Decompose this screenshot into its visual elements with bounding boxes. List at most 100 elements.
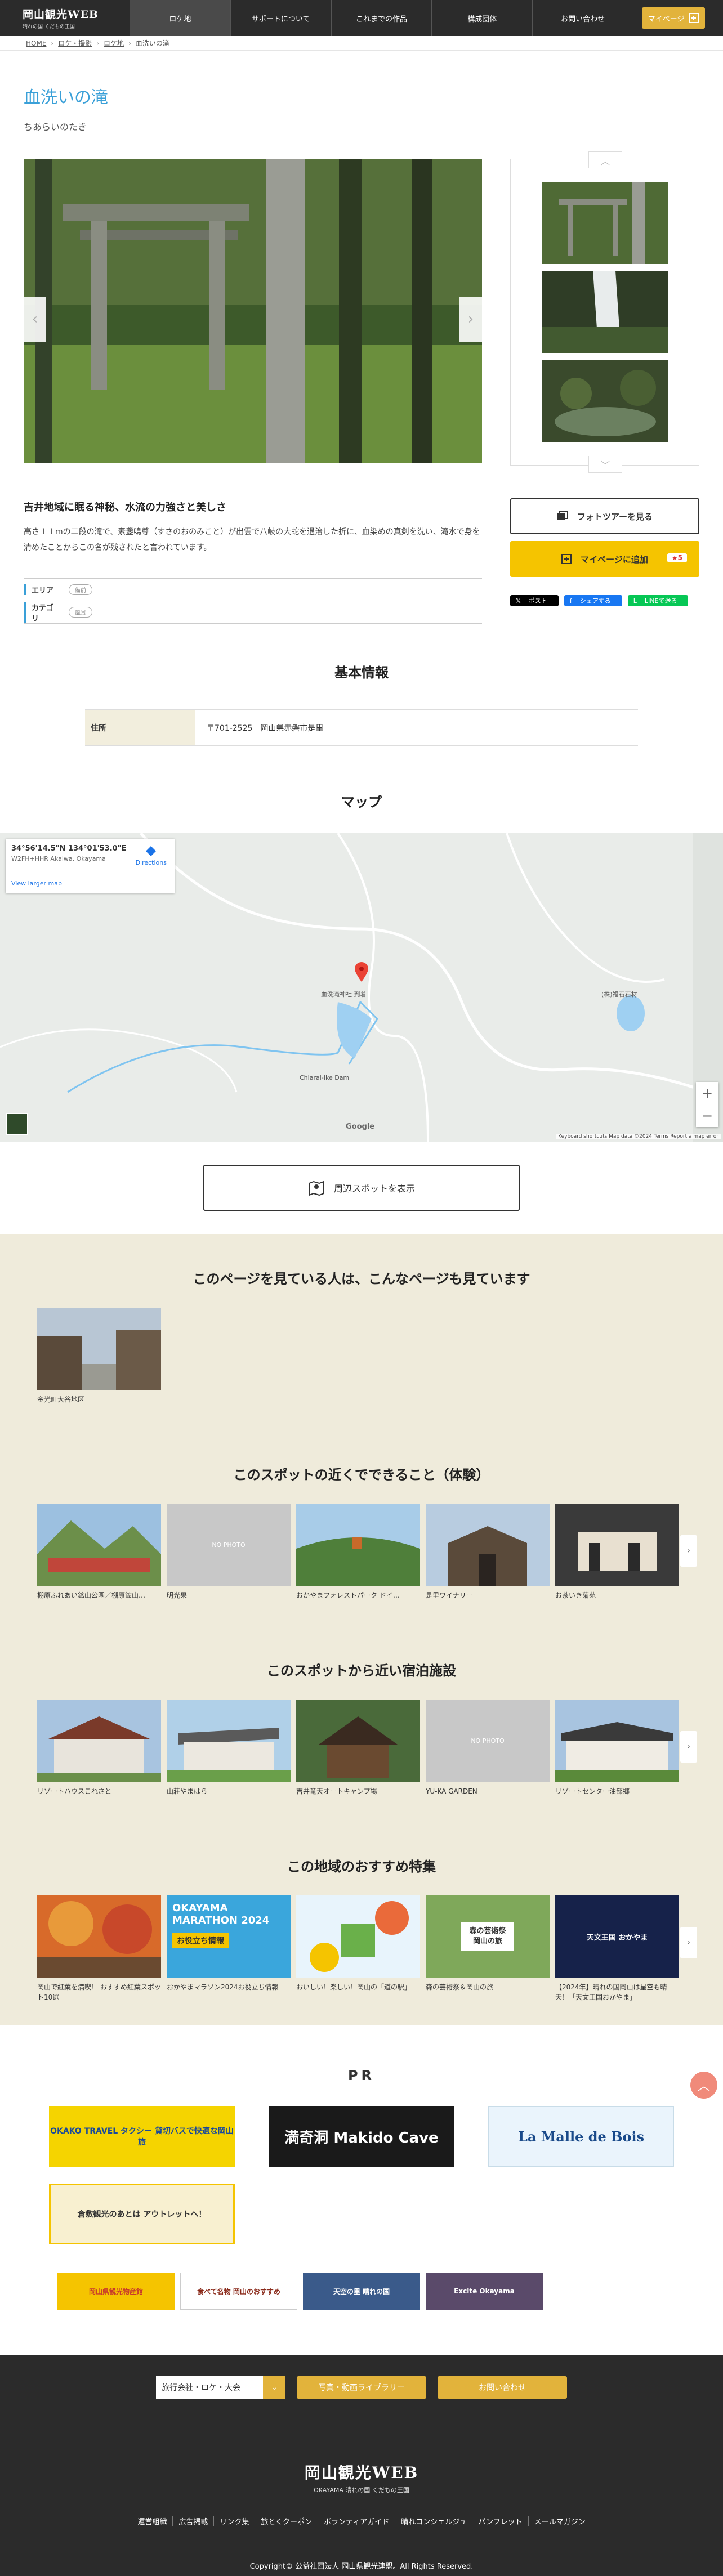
banner-okako[interactable]: OKAKO TRAVEL タクシー 貸切バスで快適な岡山旅 [49, 2106, 235, 2167]
area-row: エリア 備前 [24, 579, 482, 601]
directions-icon [146, 846, 157, 856]
crumb-home[interactable]: HOME [26, 39, 46, 47]
nav-location[interactable]: ロケ地 [130, 0, 230, 36]
photo-gallery: ‹ › ︿ ﹀ [0, 151, 723, 473]
nav-support[interactable]: サポートについて [230, 0, 331, 36]
card-tanahara[interactable]: 棚原ふれあい鉱山公園／棚原鉱山… [37, 1504, 161, 1600]
thumbnail-torii[interactable] [542, 182, 668, 264]
card-forestpark[interactable]: おかやまフォレストパーク ドイ… [296, 1504, 420, 1600]
card-yuka[interactable]: NO PHOTO YU-KA GARDEN [426, 1700, 550, 1796]
banner-outlet[interactable]: 倉敷観光のあとは アウトレットへ！ [49, 2184, 235, 2244]
card-autocamp[interactable]: 吉井竜天オートキャンプ場 [296, 1700, 420, 1796]
address-value: 〒701-2525 岡山県赤磐市是里 [195, 709, 638, 746]
recommendations: このページを見ている人は、こんなページも見ています 金光町大谷地区 このスポット… [0, 1234, 723, 2025]
site-logo[interactable]: 岡山観光WEB 晴れの国 くだもの王国 [0, 6, 130, 30]
pr-title: PR [347, 2068, 376, 2083]
card-konko[interactable]: 金光町大谷地区 [37, 1308, 161, 1405]
map-type-toggle[interactable] [6, 1113, 28, 1135]
lodging-next-button[interactable]: › [680, 1731, 697, 1763]
card-resorthouse[interactable]: リゾートハウスこれさと [37, 1700, 161, 1796]
area-tag[interactable]: 備前 [69, 584, 92, 595]
sbanner-tenku[interactable]: 天空の里 晴れの国 [303, 2273, 420, 2310]
card-koyo[interactable]: 岡山で紅葉を満喫！ おすすめ紅葉スポット10選 [37, 1895, 161, 2002]
footer-links: 運営組織 広告掲載 リンク集 旅とくクーポン ボランティアガイド 晴れコンシェル… [0, 2516, 723, 2526]
footer-link-links[interactable]: リンク集 [213, 2516, 255, 2526]
basic-info-title: 基本情報 [334, 665, 389, 681]
crumb-location-shoot[interactable]: ロケ・撮影 [58, 38, 92, 48]
favorite-count: ★5 [667, 553, 687, 562]
card-meikouka[interactable]: NO PHOTO 明光果 [167, 1504, 291, 1600]
nav-contact[interactable]: お問い合わせ [532, 0, 633, 36]
card-ochaiki[interactable]: お茶いき菊苑 [555, 1504, 679, 1600]
category-select[interactable]: 旅行会社・ロケ・大会 ⌄ [156, 2376, 285, 2399]
copyright: Copyright© 公益社団法人 岡山県観光連盟。All Rights Res… [249, 2562, 474, 2571]
card-winery[interactable]: 是里ワイナリー [426, 1504, 550, 1600]
activities-next-button[interactable]: › [680, 1535, 697, 1567]
basic-info-table: 住所 〒701-2525 岡山県赤磐市是里 [85, 709, 638, 746]
library-button[interactable]: 写真・動画ライブラリー [297, 2376, 426, 2399]
sbanner-excite[interactable]: Excite Okayama [426, 2273, 543, 2310]
view-larger-map-link[interactable]: View larger map [11, 880, 62, 887]
category-label: カテゴリ [24, 601, 57, 623]
card-mori[interactable]: 森の芸術祭 岡山の旅 森の芸術祭＆岡山の旅 [426, 1895, 550, 2002]
directions-button[interactable]: Directions [136, 846, 167, 866]
sbanner-meibutsu[interactable]: 食べて名物 岡山のおすすめ [180, 2273, 297, 2310]
card-yubugou[interactable]: リゾートセンター油部郷 [555, 1700, 679, 1796]
zoom-in-button[interactable]: + [702, 1085, 713, 1101]
mypage-label: マイページ [648, 15, 685, 24]
banner-makido[interactable]: 満奇洞 Makido Cave [269, 2106, 454, 2167]
footer-link-ads[interactable]: 広告掲載 [172, 2516, 213, 2526]
mypage-button[interactable]: マイページ [642, 7, 705, 29]
footer-link-concierge[interactable]: 晴れコンシェルジュ [395, 2516, 472, 2526]
thumbnail-stream[interactable] [542, 360, 668, 442]
thumbnail-up-button[interactable]: ︿ [588, 151, 622, 168]
nearby-spots-button[interactable]: 周辺スポットを表示 [203, 1165, 520, 1211]
footer-link-coupon[interactable]: 旅とくクーポン [255, 2516, 318, 2526]
nearby-spots-label: 周辺スポットを表示 [333, 1183, 415, 1194]
bookmark-icon [689, 13, 699, 23]
footer-link-mail[interactable]: メールマガジン [528, 2516, 591, 2526]
sbanner-bussan[interactable]: 岡山県観光物産館 [57, 2273, 175, 2310]
add-mypage-button[interactable]: マイページに追加 ★5 [510, 541, 699, 577]
card-michinoeki[interactable]: おいしい！楽しい！岡山の「道の駅」 [296, 1895, 420, 2002]
category-tag[interactable]: 風景 [69, 607, 92, 618]
card-tenmon[interactable]: 天文王国 おかやま 【2024年】晴れの国岡山は星空も晴天！「天文王国おかやま」 [555, 1895, 679, 2002]
gallery-next-button[interactable]: › [459, 297, 482, 342]
spot-description: 高さ１１mの二段の滝で、素盞鳴尊（すさのおのみこと）が出雲で八岐の大蛇を退治した… [24, 527, 480, 552]
card-sansou[interactable]: 山荘やまはら [167, 1700, 291, 1796]
nav-members[interactable]: 構成団体 [431, 0, 532, 36]
banner-lamalle[interactable]: La Malle de Bois [488, 2106, 674, 2167]
line-send-button[interactable]: L LINEで送る [627, 595, 689, 606]
back-to-top-button[interactable]: ︿ [690, 2072, 717, 2099]
footer-contact-button[interactable]: お問い合わせ [438, 2376, 567, 2399]
google-map[interactable]: 34°56'14.5"N 134°01'53.0"E W2FH+HHR Akai… [0, 833, 723, 1142]
facebook-share-button[interactable]: f シェアする [564, 595, 622, 606]
nav-works[interactable]: これまでの作品 [331, 0, 432, 36]
global-nav: ロケ地 サポートについて これまでの作品 構成団体 お問い合わせ [130, 0, 633, 36]
map-section: マップ 34°56'14.5"N 134°01'53.0"E W2FH+HHR … [0, 764, 723, 1142]
phototour-button[interactable]: フォトツアーを見る [510, 498, 699, 534]
gallery-prev-button[interactable]: ‹ [24, 297, 46, 342]
main-photo: ‹ › [24, 159, 482, 463]
footer-logo[interactable]: 岡山観光WEB OKAYAMA 晴れの国 くだもの王国 [0, 2461, 723, 2494]
site-header: 岡山観光WEB 晴れの国 くだもの王国 ロケ地 サポートについて これまでの作品… [0, 0, 723, 36]
crumb-location[interactable]: ロケ地 [104, 38, 124, 48]
x-post-button[interactable]: 𝕏 ポスト [510, 595, 559, 606]
pr-section: PR OKAKO TRAVEL タクシー 貸切バスで快適な岡山旅 満奇洞 Mak… [0, 2025, 723, 2332]
spot-heading: 吉井地域に眠る神秘、水流の力強さと美しさ [24, 502, 226, 513]
page-title: 血洗いの滝 [24, 88, 108, 108]
footer-link-pamphlet[interactable]: パンフレット [472, 2516, 528, 2526]
chevron-down-icon: ⌄ [263, 2376, 285, 2399]
crumb-current: 血洗いの滝 [135, 39, 169, 47]
footer-link-org[interactable]: 運営組織 [132, 2516, 172, 2526]
map-attribution[interactable]: Keyboard shortcuts Map data ©2024 Terms … [556, 1134, 721, 1139]
features-next-button[interactable]: › [680, 1927, 697, 1958]
thumbnail-waterfall[interactable] [542, 271, 668, 353]
zoom-out-button[interactable]: − [702, 1108, 713, 1124]
card-marathon[interactable]: OKAYAMA MARATHON 2024 お役立ち情報 おかやまマラソン2024お… [167, 1895, 291, 2002]
breadcrumb: HOME › ロケ・撮影 › ロケ地 › 血洗いの滝 [0, 36, 723, 51]
photo-icon [557, 511, 568, 520]
add-mypage-label: マイページに追加 [581, 554, 648, 565]
footer-link-volunteer[interactable]: ボランティアガイド [318, 2516, 395, 2526]
site-footer: 旅行会社・ロケ・大会 ⌄ 写真・動画ライブラリー お問い合わせ 岡山観光WEB O… [0, 2355, 723, 2576]
